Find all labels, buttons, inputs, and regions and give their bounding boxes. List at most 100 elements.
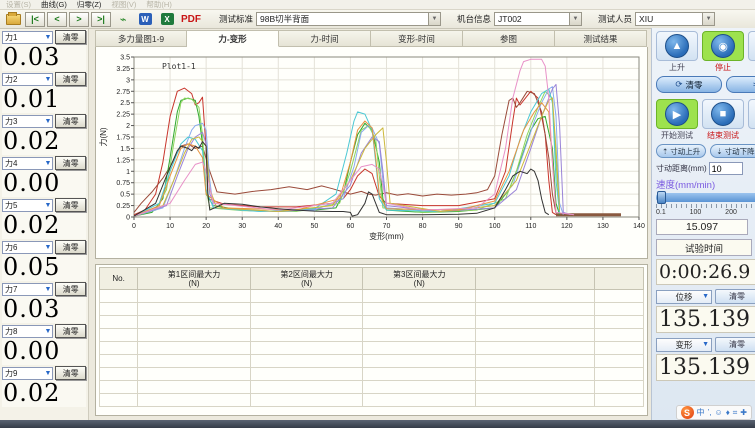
tester-select[interactable]: XIU ▼ (635, 12, 715, 26)
displacement-clear-button[interactable]: 清零 (715, 289, 755, 304)
jog-down-button[interactable]: ⇣ 寸动下降 (710, 144, 755, 158)
channel-clear-button[interactable]: 清零 (55, 30, 86, 44)
nav-last-button[interactable]: >| (91, 12, 111, 27)
table-cell (100, 381, 138, 394)
force-channel-select[interactable]: 力4▼ (2, 157, 53, 170)
svg-text:3.25: 3.25 (116, 66, 130, 73)
table-row[interactable] (100, 290, 644, 303)
stop-button[interactable]: ◉ 停止 (702, 31, 744, 73)
lang-icon[interactable]: 中 (697, 407, 705, 418)
export-excel-button[interactable]: X (157, 12, 177, 27)
table-row[interactable] (100, 329, 644, 342)
channel-clear-button[interactable]: 清零 (55, 366, 86, 380)
tab-变形-时间[interactable]: 变形-时间 (371, 30, 463, 47)
svg-text:80: 80 (419, 223, 427, 230)
channel-clear-button[interactable]: 清零 (55, 156, 86, 170)
scale-label: 0.1 (656, 209, 666, 216)
return-zero-button[interactable]: ≍ (726, 76, 755, 93)
channel-clear-button[interactable]: 清零 (55, 324, 86, 338)
menu-item[interactable]: 曲线(G) (41, 0, 67, 10)
nav-next-button[interactable]: > (69, 12, 89, 27)
nav-prev-button[interactable]: < (47, 12, 67, 27)
toolbar: |<<>>| ⌁ W X PDF 测试标准 98B切半背面 ▼ 机台信息 JT0… (0, 10, 755, 29)
table-cell (138, 355, 251, 368)
down-button[interactable]: ▼ 下降 (748, 31, 755, 73)
tab-多力量图1-9[interactable]: 多力量图1-9 (95, 30, 187, 47)
chevron-down-icon: ▼ (569, 13, 581, 25)
nav-first-button[interactable]: |< (25, 12, 45, 27)
force-channel-select[interactable]: 力3▼ (2, 115, 53, 128)
force-channel-label: 力4 (5, 158, 17, 169)
toolbox-icon[interactable]: ✚ (740, 408, 747, 417)
deform-select[interactable]: 变形 ▼ (656, 338, 712, 352)
mic-icon[interactable]: ♦ (726, 408, 730, 417)
curve-button[interactable]: ⌁ (113, 12, 133, 27)
svg-text:10: 10 (166, 223, 174, 230)
svg-text:3: 3 (126, 77, 130, 84)
table-cell (363, 290, 476, 303)
table-row[interactable] (100, 355, 644, 368)
force-channel-select[interactable]: 力9▼ (2, 367, 53, 380)
table-cell (476, 303, 595, 316)
tab-测试结果[interactable]: 测试结果 (555, 30, 647, 47)
force-channel-select[interactable]: 力1▼ (2, 31, 53, 44)
export-word-button[interactable]: W (135, 12, 155, 27)
channel-clear-button[interactable]: 清零 (55, 240, 86, 254)
sogou-input-bar[interactable]: S 中 ’, ☺ ♦ ⌗ ✚ (676, 405, 752, 420)
tab-力-时间[interactable]: 力-时间 (279, 30, 371, 47)
clear-button[interactable]: ⟳ 清零 (656, 76, 722, 93)
table-row[interactable] (100, 368, 644, 381)
force-channel-label: 力5 (5, 200, 17, 211)
speed-slider[interactable] (656, 193, 755, 202)
force-channel-select[interactable]: 力5▼ (2, 199, 53, 212)
table-cell (476, 316, 595, 329)
table-row[interactable] (100, 303, 644, 316)
machine-info-select[interactable]: JT002 ▼ (494, 12, 582, 26)
channel-clear-button[interactable]: 清零 (55, 282, 86, 296)
svg-text:60: 60 (347, 223, 355, 230)
menu-item[interactable]: 归零(Z) (77, 0, 102, 10)
channel-clear-button[interactable]: 清零 (55, 72, 86, 86)
tab-力-变形[interactable]: 力-变形 (187, 30, 279, 47)
force-channel-select[interactable]: 力6▼ (2, 241, 53, 254)
svg-text:2.25: 2.25 (116, 112, 130, 119)
slider-thumb[interactable] (657, 191, 666, 204)
sogou-logo-icon[interactable]: S (681, 406, 694, 419)
up-button[interactable]: ▲ 上升 (656, 31, 698, 73)
table-row[interactable] (100, 316, 644, 329)
force-channel-select[interactable]: 力7▼ (2, 283, 53, 296)
table-cell (250, 394, 363, 407)
taskbar[interactable] (0, 420, 755, 428)
open-file-button[interactable] (3, 12, 23, 27)
table-cell (476, 381, 595, 394)
force-channel-select[interactable]: 力8▼ (2, 325, 53, 338)
stop-icon: ◉ (711, 34, 735, 58)
export-pdf-button[interactable]: PDF (179, 14, 203, 25)
pause-button[interactable]: ❚❚ 暂停 (748, 99, 755, 141)
table-row[interactable] (100, 342, 644, 355)
svg-text:0: 0 (132, 223, 136, 230)
emoji-icon[interactable]: ☺ (715, 408, 723, 417)
end-test-button[interactable]: ■ 结束测试 (702, 99, 744, 141)
keyboard-icon[interactable]: ⌗ (733, 408, 738, 418)
curve-icon: ⌁ (120, 13, 127, 26)
table-cell (476, 290, 595, 303)
punct-icon[interactable]: ’, (708, 408, 712, 417)
table-row[interactable] (100, 381, 644, 394)
channel-clear-button[interactable]: 清零 (55, 198, 86, 212)
table-cell (476, 355, 595, 368)
table-cell (138, 329, 251, 342)
control-panel: ▲ 上升 ◉ 停止 ▼ 下降 ⟳ 清零 ≍ ▶ 开始测试 ■ 结束测试 ❚❚ (651, 28, 755, 421)
start-test-button[interactable]: ▶ 开始测试 (656, 99, 698, 141)
test-standard-select[interactable]: 98B切半背面 ▼ (256, 12, 441, 26)
tester-value: XIU (639, 14, 653, 24)
jog-up-button[interactable]: ⇡ 寸动上升 (656, 144, 706, 158)
table-row[interactable] (100, 394, 644, 407)
deform-clear-button[interactable]: 清零 (715, 337, 755, 352)
jog-distance-input[interactable] (709, 162, 743, 175)
svg-text:20: 20 (202, 223, 210, 230)
force-channel-select[interactable]: 力2▼ (2, 73, 53, 86)
displacement-select[interactable]: 位移 ▼ (656, 290, 712, 304)
tab-参图[interactable]: 参图 (463, 30, 555, 47)
channel-clear-button[interactable]: 清零 (55, 114, 86, 128)
